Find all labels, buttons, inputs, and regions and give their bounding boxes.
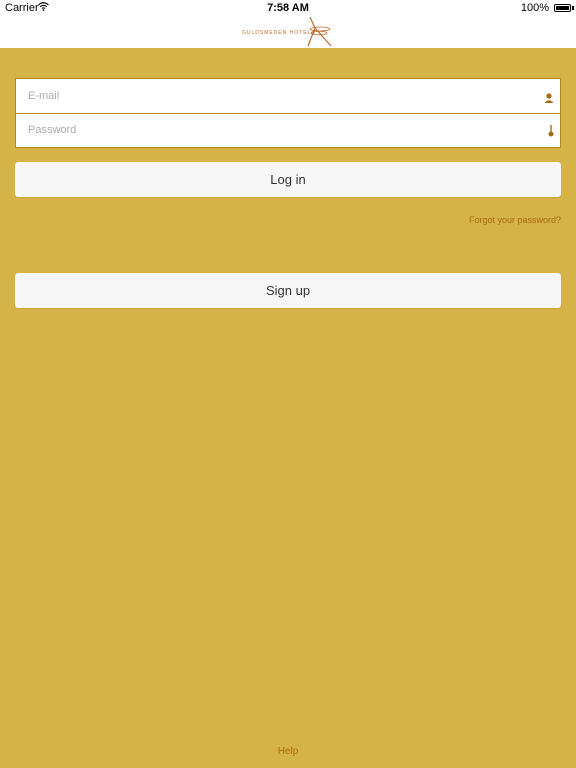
battery-tip [572, 6, 574, 10]
dragonfly-icon [307, 16, 332, 47]
email-field-row [16, 79, 560, 114]
user-icon [544, 90, 554, 108]
login-form [15, 78, 561, 148]
password-field-row [16, 113, 560, 147]
nav-bar: GULDSMEDEN HOTELS [0, 16, 576, 48]
battery-icon [554, 4, 571, 12]
help-link[interactable]: Help [0, 746, 576, 757]
status-bar: Carrier 7:58 AM 100% [0, 0, 576, 16]
clock: 7:58 AM [267, 2, 309, 14]
hotel-logo: GULDSMEDEN HOTELS [240, 16, 336, 48]
password-field[interactable] [28, 113, 528, 147]
signup-button[interactable]: Sign up [15, 273, 561, 308]
key-icon [548, 124, 554, 142]
email-field[interactable] [28, 79, 528, 113]
battery-percent: 100% [520, 2, 549, 14]
forgot-password-link[interactable]: Forgot your password? [469, 215, 561, 225]
login-button[interactable]: Log in [15, 162, 561, 197]
